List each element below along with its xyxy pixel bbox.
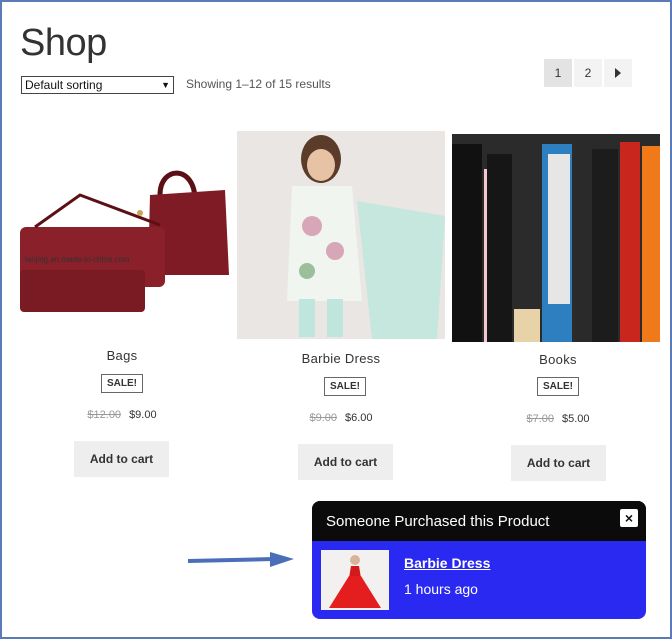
old-price: $12.00 [87,409,122,421]
sales-notification-popup: Someone Purchased this Product × Barbie … [312,501,646,619]
product-image-books[interactable] [452,134,660,342]
popup-heading: Someone Purchased this Product [326,512,550,530]
add-to-cart-button-bags[interactable]: Add to cart [74,441,169,477]
sale-badge: SALE! [324,377,366,396]
product-image-bags[interactable]: lanjing.en.made-in-china.com [20,165,229,312]
sale-badge: SALE! [101,374,143,393]
image-watermark: lanjing.en.made-in-china.com [25,255,130,264]
old-price: $7.00 [526,413,554,425]
product-name-bags[interactable]: Bags [17,348,227,363]
next-page-button[interactable] [604,59,632,87]
purchase-time: 1 hours ago [404,581,478,597]
sorting-select[interactable]: Default sorting ▼ [21,76,174,94]
arrow-right-icon [187,552,294,567]
barbie-dress-illustration [237,131,445,339]
product-price-books: $7.00 $5.00 [453,413,663,425]
close-icon[interactable]: × [620,509,638,527]
page-2-button[interactable]: 2 [574,59,602,87]
sale-price: $6.00 [345,412,373,424]
sale-price: $5.00 [562,413,590,425]
books-illustration [452,134,660,342]
product-image-barbie-dress[interactable] [237,131,445,339]
popup-body: Barbie Dress 1 hours ago [312,541,646,619]
pagination: 1 2 [544,59,634,87]
chevron-down-icon: ▼ [161,80,170,90]
popup-product-link[interactable]: Barbie Dress [404,555,490,571]
bags-illustration [20,170,229,312]
product-name-books[interactable]: Books [453,352,663,367]
product-price-barbie-dress: $9.00 $6.00 [236,412,446,424]
sale-badge: SALE! [537,377,579,396]
product-price-bags: $12.00 $9.00 [17,409,227,421]
red-dress-illustration [321,550,389,610]
product-thumbnail[interactable] [321,550,389,610]
popup-header: Someone Purchased this Product × [312,501,646,541]
arrow-right-icon [615,68,621,78]
page-1-button[interactable]: 1 [544,59,572,87]
result-count: Showing 1–12 of 15 results [186,77,331,91]
sale-price: $9.00 [129,409,157,421]
product-name-barbie-dress[interactable]: Barbie Dress [236,351,446,366]
add-to-cart-button-books[interactable]: Add to cart [511,445,606,481]
sorting-select-value: Default sorting [25,78,103,92]
add-to-cart-button-barbie-dress[interactable]: Add to cart [298,444,393,480]
page-title: Shop [20,22,107,64]
old-price: $9.00 [309,412,337,424]
